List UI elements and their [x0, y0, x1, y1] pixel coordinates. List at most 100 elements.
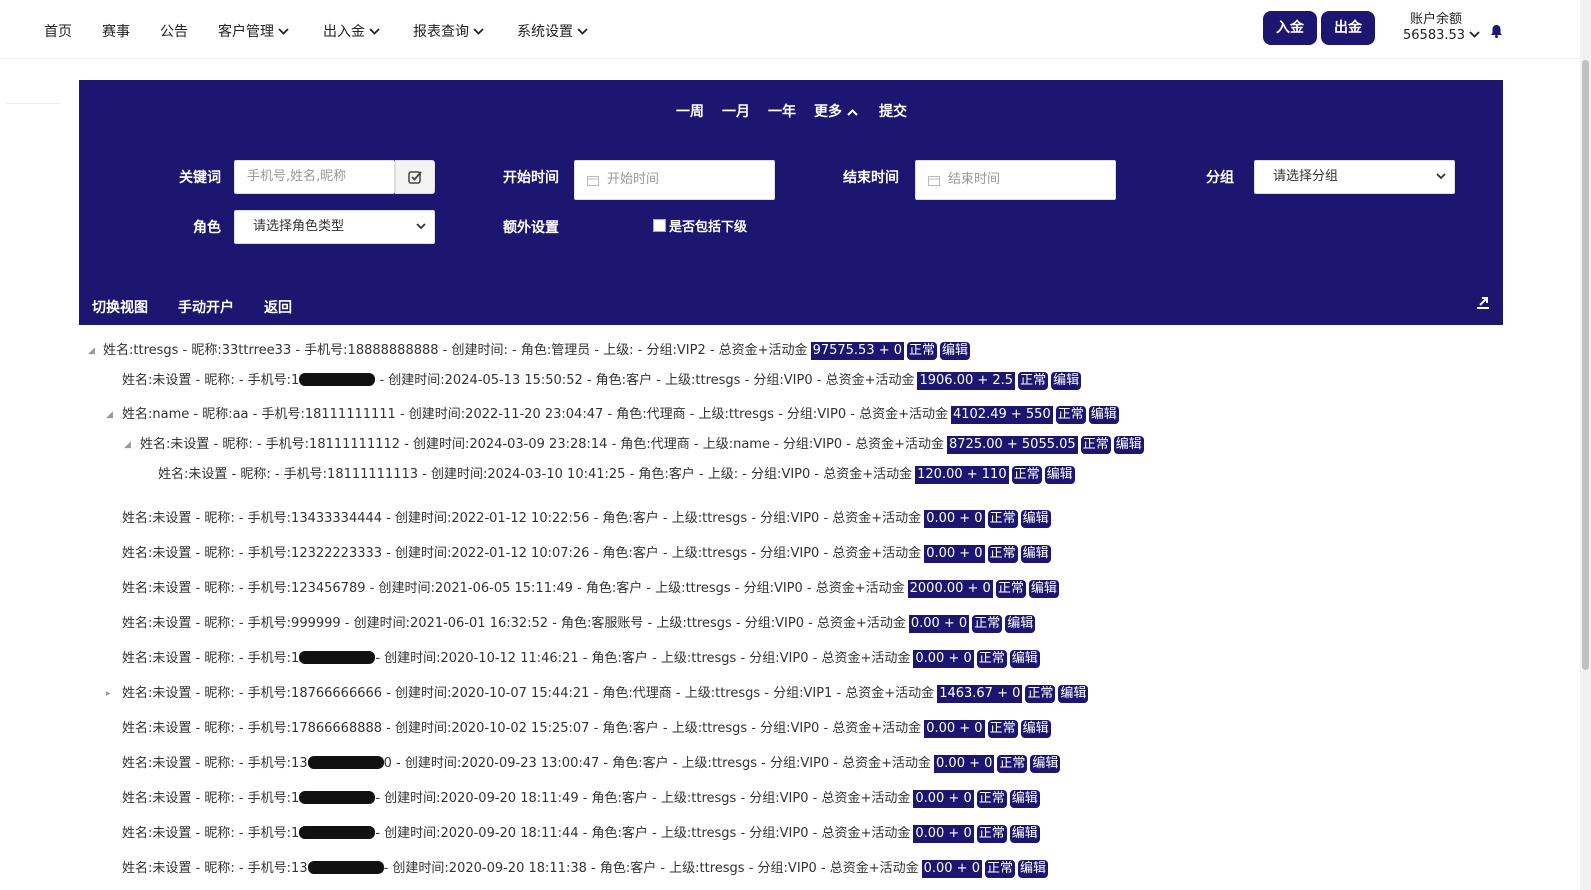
- edit-button[interactable]: 编辑: [1088, 406, 1119, 424]
- nav-deposit-withdraw[interactable]: 出入金: [323, 21, 380, 41]
- money-badge: 0.00 + 0: [913, 650, 974, 668]
- group-label: 分组: [1206, 170, 1234, 186]
- tree-node[interactable]: 姓名:未设置 - 昵称: - 手机号:13 0 - 创建时间:2020-09-23…: [122, 755, 1061, 773]
- nav-events[interactable]: 赛事: [102, 21, 130, 41]
- tree-node[interactable]: 姓名:未设置 - 昵称: - 手机号:1 - 创建时间:2024-05-13 1…: [122, 372, 1082, 390]
- redacted-phone: [307, 861, 384, 874]
- edit-button[interactable]: 编辑: [1009, 650, 1040, 668]
- nav-system-settings[interactable]: 系统设置: [517, 21, 588, 41]
- end-time-input[interactable]: 结束时间: [915, 160, 1116, 200]
- include-sub-toggle[interactable]: 是否包括下级: [653, 216, 747, 235]
- edit-button[interactable]: 编辑: [1020, 720, 1051, 738]
- tree-node[interactable]: ◢ 姓名:未设置 - 昵称: - 手机号:18111111112 - 创建时间:…: [124, 436, 1144, 454]
- range-more[interactable]: 更多: [814, 101, 858, 121]
- edit-button[interactable]: 编辑: [940, 342, 971, 360]
- keyword-label: 关键词: [179, 170, 221, 186]
- money-badge: 0.00 + 0: [921, 860, 982, 878]
- back-button[interactable]: 返回: [264, 297, 292, 317]
- edit-button[interactable]: 编辑: [1028, 580, 1059, 598]
- role-label: 角色: [193, 220, 221, 236]
- tree-node[interactable]: 姓名:未设置 - 昵称: - 手机号:13 - 创建时间:2020-09-20 1…: [122, 860, 1049, 878]
- include-sub-label: 是否包括下级: [669, 220, 748, 235]
- chevron-down-icon: [1436, 173, 1446, 180]
- node-text: 姓名:未设置 - 昵称: - 手机号:1: [122, 651, 300, 666]
- range-month[interactable]: 一月: [722, 101, 750, 121]
- edit-button[interactable]: 编辑: [1113, 436, 1144, 454]
- node-text: 姓名:未设置 - 昵称: - 手机号:13: [122, 756, 308, 771]
- status-badge: 正常: [984, 860, 1015, 878]
- tree-node[interactable]: 姓名:未设置 - 昵称: - 手机号:999999 - 创建时间:2021-06…: [122, 615, 1036, 633]
- edit-button[interactable]: 编辑: [1009, 790, 1040, 808]
- keyword-input[interactable]: 手机号,姓名,昵称: [234, 160, 395, 194]
- caret-right-icon[interactable]: ▸: [106, 685, 111, 703]
- node-text: 姓名:未设置 - 昵称: - 手机号:1: [122, 373, 300, 388]
- nav-home[interactable]: 首页: [44, 21, 72, 41]
- status-badge: 正常: [972, 615, 1003, 633]
- manual-open-account-button[interactable]: 手动开户: [178, 297, 234, 317]
- caret-down-icon[interactable]: ◢: [106, 406, 113, 424]
- tree-node[interactable]: 姓名:未设置 - 昵称: - 手机号:1 - 创建时间:2020-09-20 18…: [122, 790, 1040, 808]
- redacted-phone: [299, 373, 376, 386]
- keyword-search-button[interactable]: [395, 160, 435, 194]
- node-text: 姓名:未设置 - 昵称: - 手机号:123456789 - 创建时间:2021…: [122, 581, 905, 596]
- node-text: 姓名:未设置 - 昵称: - 手机号:12322223333 - 创建时间:20…: [122, 546, 922, 561]
- switch-view-button[interactable]: 切换视图: [92, 297, 148, 317]
- status-badge: 正常: [997, 755, 1028, 773]
- chevron-down-icon: [369, 28, 380, 35]
- status-badge: 正常: [987, 720, 1018, 738]
- nav-announcements[interactable]: 公告: [160, 21, 188, 41]
- withdraw-button[interactable]: 出金: [1321, 11, 1375, 45]
- edit-button[interactable]: 编辑: [1030, 755, 1061, 773]
- nav-reports[interactable]: 报表查询: [413, 21, 484, 41]
- tree-node[interactable]: 姓名:未设置 - 昵称: - 手机号:18111111113 - 创建时间:20…: [158, 466, 1075, 484]
- balance-value: 56583.53: [1403, 28, 1466, 43]
- balance-dropdown[interactable]: 56583.53: [1403, 28, 1480, 43]
- tree-node[interactable]: ◢ 姓名:name - 昵称:aa - 手机号:18111111111 - 创建…: [106, 406, 1119, 424]
- tree-node[interactable]: ◢ 姓名:ttresgs - 昵称:33ttrree33 - 手机号:18888…: [88, 342, 971, 360]
- start-time-input[interactable]: 开始时间: [574, 160, 775, 200]
- caret-down-icon[interactable]: ◢: [124, 436, 131, 454]
- edit-button[interactable]: 编辑: [1044, 466, 1075, 484]
- tree-node[interactable]: 姓名:未设置 - 昵称: - 手机号:17866668888 - 创建时间:20…: [122, 720, 1051, 738]
- nav-label: 报表查询: [413, 24, 469, 40]
- node-text: 姓名:ttresgs - 昵称:33ttrree33 - 手机号:1888888…: [103, 343, 808, 358]
- money-badge: 0.00 + 0: [913, 825, 974, 843]
- tree-node[interactable]: 姓名:未设置 - 昵称: - 手机号:123456789 - 创建时间:2021…: [122, 580, 1059, 598]
- edit-button[interactable]: 编辑: [1018, 860, 1049, 878]
- tree-node[interactable]: 姓名:未设置 - 昵称: - 手机号:1 - 创建时间:2020-10-12 11…: [122, 650, 1040, 668]
- redacted-phone: [299, 826, 376, 839]
- edit-button[interactable]: 编辑: [1020, 510, 1051, 528]
- money-badge: 97575.53 + 0: [810, 342, 905, 360]
- tree-node[interactable]: 姓名:未设置 - 昵称: - 手机号:12322223333 - 创建时间:20…: [122, 545, 1051, 563]
- export-icon[interactable]: [1476, 296, 1490, 310]
- edit-button[interactable]: 编辑: [1009, 825, 1040, 843]
- deposit-button[interactable]: 入金: [1263, 11, 1317, 45]
- scrollbar[interactable]: [1580, 0, 1591, 890]
- node-text-rest: - 创建时间:2020-10-12 11:46:21 - 角色:客户 - 上级:…: [375, 651, 911, 666]
- caret-down-icon[interactable]: ◢: [88, 342, 95, 360]
- scrollbar-thumb[interactable]: [1582, 60, 1589, 670]
- submit-button[interactable]: 提交: [879, 101, 907, 121]
- status-badge: 正常: [995, 580, 1026, 598]
- start-time-placeholder: 开始时间: [607, 172, 660, 187]
- role-select[interactable]: 请选择角色类型: [234, 210, 435, 244]
- bell-icon[interactable]: [1490, 24, 1503, 38]
- edit-button[interactable]: 编辑: [1020, 545, 1051, 563]
- range-year[interactable]: 一年: [768, 101, 796, 121]
- edit-button[interactable]: 编辑: [1058, 685, 1089, 703]
- node-text: 姓名:未设置 - 昵称: - 手机号:18111111112 - 创建时间:20…: [140, 437, 944, 452]
- tree-node[interactable]: 姓名:未设置 - 昵称: - 手机号:1 - 创建时间:2020-09-20 18…: [122, 825, 1040, 843]
- tree-node[interactable]: ▸ 姓名:未设置 - 昵称: - 手机号:18766666666 - 创建时间:…: [106, 685, 1089, 703]
- edit-button[interactable]: 编辑: [1051, 372, 1082, 390]
- include-sub-checkbox[interactable]: [653, 219, 666, 232]
- range-week[interactable]: 一周: [676, 101, 704, 121]
- money-badge: 1463.67 + 0: [937, 685, 1023, 703]
- money-badge: 0.00 + 0: [924, 510, 985, 528]
- tree-node[interactable]: 姓名:未设置 - 昵称: - 手机号:13433334444 - 创建时间:20…: [122, 510, 1051, 528]
- node-text: 姓名:未设置 - 昵称: - 手机号:999999 - 创建时间:2021-06…: [122, 616, 906, 631]
- money-badge: 0.00 + 0: [913, 790, 974, 808]
- nav-customer-management[interactable]: 客户管理: [218, 21, 289, 41]
- edit-button[interactable]: 编辑: [1005, 615, 1036, 633]
- nav-label: 出入金: [323, 24, 365, 40]
- group-select[interactable]: 请选择分组: [1254, 160, 1455, 194]
